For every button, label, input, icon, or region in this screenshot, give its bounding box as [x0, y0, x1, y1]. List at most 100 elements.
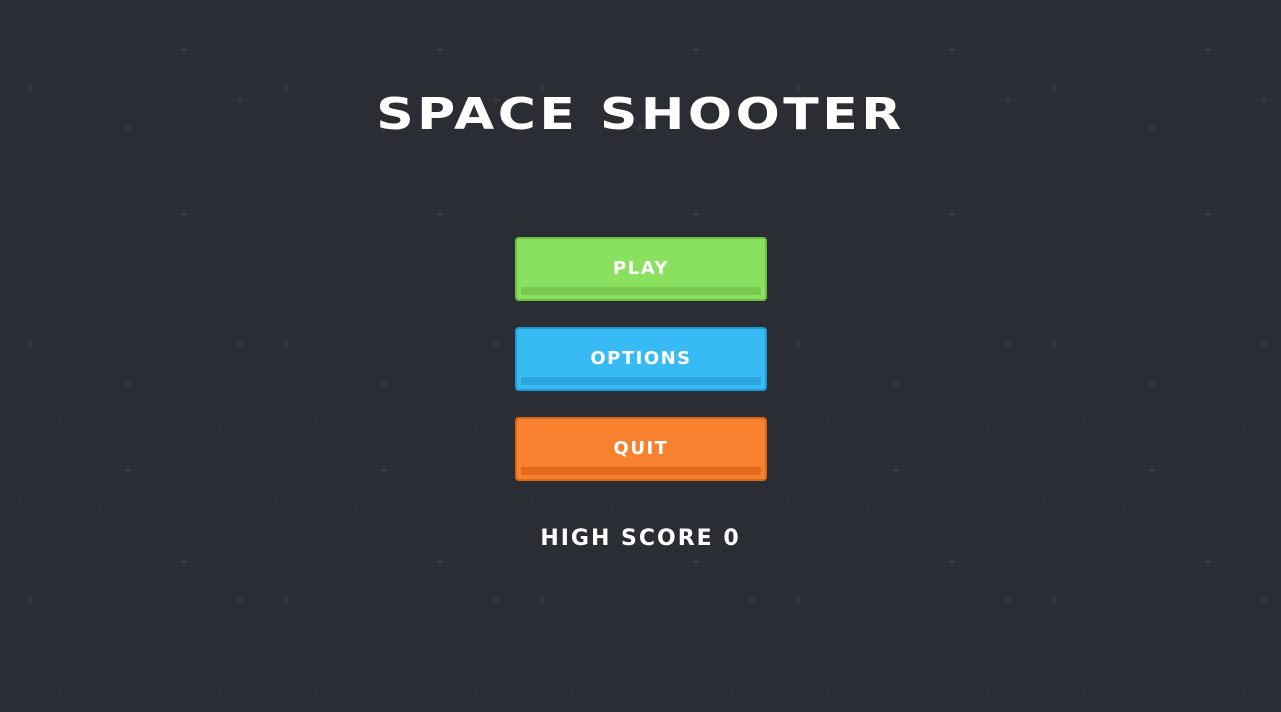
star-dot — [59, 689, 61, 691]
star-dot — [681, 649, 683, 651]
star-dot — [219, 429, 221, 431]
high-score-display: HIGH SCORE 0 — [0, 525, 1281, 553]
star-dot — [1113, 249, 1115, 251]
star-dot — [721, 159, 723, 161]
star-icon — [435, 209, 445, 219]
star-icon — [179, 557, 189, 567]
star-dot — [1083, 689, 1085, 691]
star-icon — [891, 379, 901, 389]
play-button-label: PLAY — [613, 258, 669, 279]
star-icon — [179, 45, 189, 55]
star-icon — [1003, 595, 1013, 605]
star-dot — [847, 9, 849, 11]
play-button[interactable]: PLAY — [515, 237, 767, 301]
star-icon — [123, 379, 133, 389]
star-icon — [1259, 339, 1269, 349]
star-dot — [475, 689, 477, 691]
star-dot — [1043, 499, 1045, 501]
star-dot — [355, 509, 357, 511]
quit-button-shade — [521, 467, 761, 475]
star-dot — [827, 419, 829, 421]
star-dot — [1193, 299, 1195, 301]
star-icon — [281, 595, 291, 605]
star-dot — [465, 159, 467, 161]
star-icon — [691, 209, 701, 219]
star-icon — [691, 557, 701, 567]
star-icon — [25, 339, 35, 349]
star-dot — [99, 509, 101, 511]
options-button-label: OPTIONS — [590, 348, 692, 369]
star-icon — [235, 595, 245, 605]
star-dot — [1123, 509, 1125, 511]
play-button-shade — [521, 287, 761, 295]
star-dot — [531, 499, 533, 501]
star-dot — [987, 429, 989, 431]
star-icon — [1259, 595, 1269, 605]
star-icon — [1147, 465, 1157, 475]
star-dot — [787, 499, 789, 501]
star-dot — [731, 689, 733, 691]
high-score-label: HIGH SCORE — [540, 526, 714, 551]
star-icon — [891, 465, 901, 475]
star-icon — [379, 465, 389, 475]
star-icon — [1049, 339, 1059, 349]
star-dot — [827, 689, 829, 691]
star-dot — [1193, 649, 1195, 651]
star-dot — [89, 249, 91, 251]
star-icon — [435, 557, 445, 567]
star-icon — [1147, 379, 1157, 389]
star-dot — [591, 9, 593, 11]
options-button[interactable]: OPTIONS — [515, 327, 767, 391]
star-dot — [1243, 689, 1245, 691]
star-dot — [315, 689, 317, 691]
star-icon — [25, 595, 35, 605]
star-icon — [281, 339, 291, 349]
star-dot — [857, 249, 859, 251]
star-icon — [379, 379, 389, 389]
star-dot — [209, 159, 211, 161]
options-button-shade — [521, 377, 761, 385]
star-dot — [611, 509, 613, 511]
star-dot — [425, 299, 427, 301]
star-icon — [947, 209, 957, 219]
game-title: SPACE SHOOTER — [376, 89, 905, 140]
star-icon — [793, 595, 803, 605]
star-dot — [571, 689, 573, 691]
star-icon — [179, 209, 189, 219]
star-dot — [551, 169, 553, 171]
star-dot — [1103, 9, 1105, 11]
star-dot — [807, 169, 809, 171]
star-dot — [345, 249, 347, 251]
star-dot — [315, 419, 317, 421]
star-icon — [691, 45, 701, 55]
star-dot — [937, 649, 939, 651]
star-dot — [1243, 429, 1245, 431]
star-icon — [793, 339, 803, 349]
star-icon — [1203, 557, 1213, 567]
star-icon — [491, 339, 501, 349]
star-dot — [1063, 169, 1065, 171]
star-icon — [1049, 595, 1059, 605]
star-dot — [295, 169, 297, 171]
star-icon — [1203, 45, 1213, 55]
star-dot — [867, 509, 869, 511]
star-icon — [747, 595, 757, 605]
star-dot — [335, 9, 337, 11]
star-dot — [977, 159, 979, 161]
star-dot — [1083, 419, 1085, 421]
star-dot — [169, 299, 171, 301]
star-dot — [425, 649, 427, 651]
star-dot — [79, 9, 81, 11]
star-dot — [19, 499, 21, 501]
star-icon — [947, 557, 957, 567]
star-icon — [1203, 209, 1213, 219]
star-icon — [435, 45, 445, 55]
star-icon — [123, 465, 133, 475]
star-icon — [537, 595, 547, 605]
star-icon — [491, 595, 501, 605]
star-icon — [1003, 339, 1013, 349]
star-icon — [235, 339, 245, 349]
quit-button[interactable]: QUIT — [515, 417, 767, 481]
star-icon — [947, 45, 957, 55]
star-dot — [475, 429, 477, 431]
